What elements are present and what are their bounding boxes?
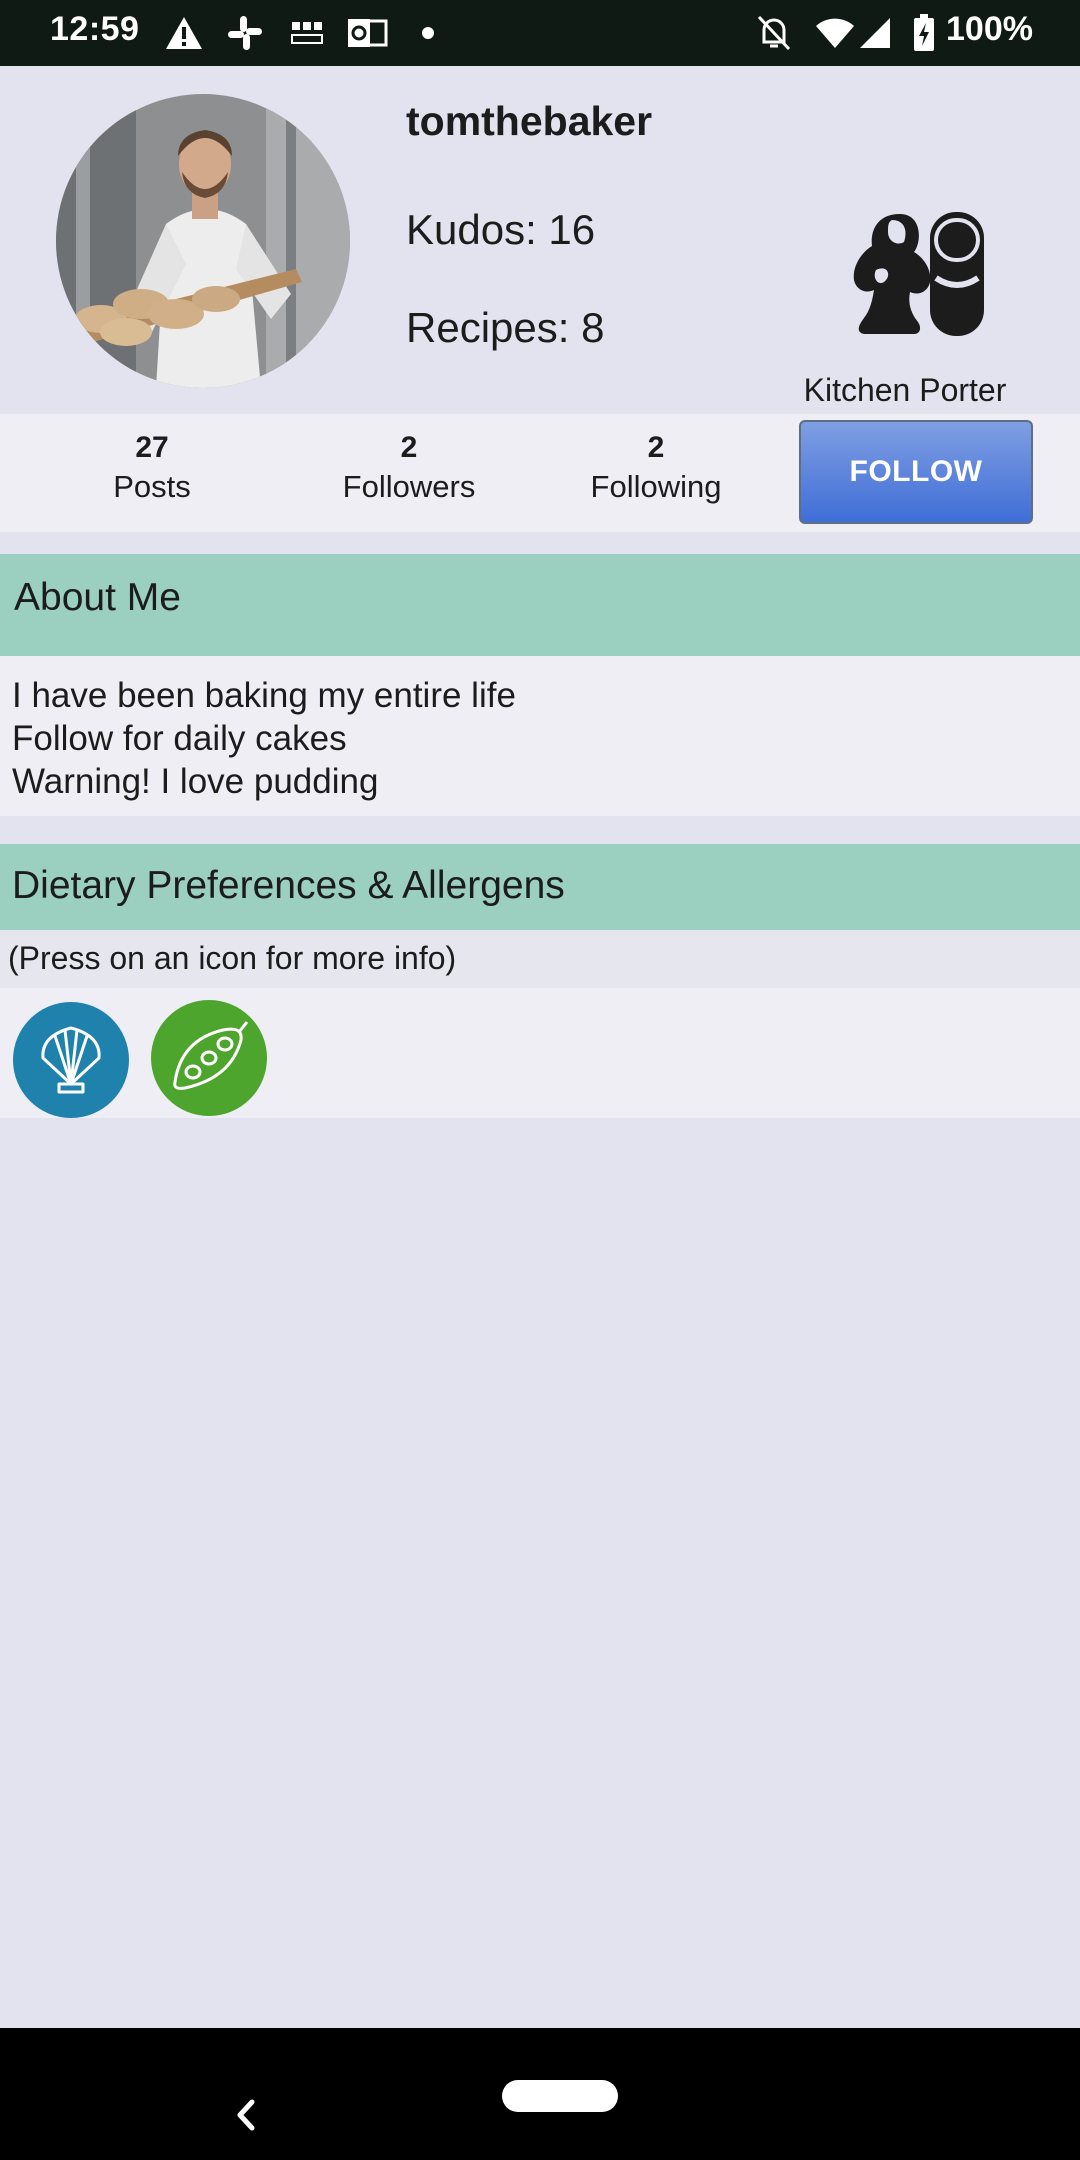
outlook-icon (346, 14, 388, 52)
battery-percentage: 100% (946, 10, 1033, 48)
posts-label: Posts (113, 469, 191, 504)
dietary-hint-row: (Press on an icon for more info) (0, 930, 1080, 988)
battery-charging-icon (912, 14, 936, 52)
bbc-news-icon (290, 14, 324, 52)
signal-icon (858, 14, 892, 52)
notifications-off-icon (756, 14, 792, 52)
stat-posts[interactable]: 27 Posts (42, 430, 262, 508)
recipes-count: Recipes: 8 (406, 304, 605, 351)
dietary-header: Dietary Preferences & Allergens (0, 844, 1080, 930)
posts-count: 27 (135, 431, 169, 464)
followers-label: Followers (342, 469, 476, 504)
following-label: Following (590, 469, 722, 504)
wifi-icon (814, 14, 856, 52)
avatar[interactable] (56, 94, 350, 388)
follow-button[interactable]: FOLLOW (799, 420, 1033, 524)
warning-icon (164, 14, 204, 52)
status-bar: 12:59 100% (0, 0, 1080, 66)
shellfish-icon[interactable] (13, 1002, 129, 1118)
stat-followers[interactable]: 2 Followers (299, 430, 519, 508)
dietary-title: Dietary Preferences & Allergens (12, 864, 565, 907)
dietary-icons-row (0, 988, 1080, 1118)
home-pill-icon[interactable] (502, 2080, 618, 2112)
about-title: About Me (14, 576, 181, 619)
username: tomthebaker (406, 98, 653, 144)
about-body: I have been baking my entire life Follow… (0, 656, 1080, 816)
rank-label: Kitchen Porter (803, 372, 1007, 408)
about-line: I have been baking my entire life (12, 676, 516, 715)
soya-icon[interactable] (151, 1000, 267, 1116)
about-header: About Me (0, 554, 1080, 656)
dietary-hint: (Press on an icon for more info) (8, 940, 457, 976)
followers-count: 2 (400, 431, 418, 464)
kudos-count: Kudos: 16 (406, 206, 596, 253)
slack-icon (226, 14, 264, 52)
stat-following[interactable]: 2 Following (546, 430, 766, 508)
following-count: 2 (647, 431, 665, 464)
status-time: 12:59 (50, 10, 140, 48)
kitchen-porter-icon (848, 206, 988, 346)
about-line: Warning! I love pudding (12, 762, 379, 801)
dot-icon (420, 14, 436, 52)
about-line: Follow for daily cakes (12, 719, 347, 758)
back-icon[interactable] (222, 2090, 272, 2140)
